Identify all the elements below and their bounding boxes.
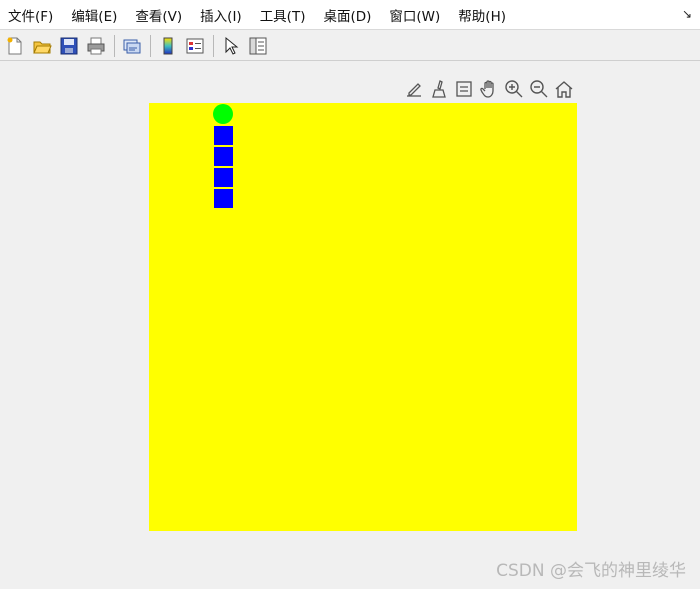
plot-area[interactable] xyxy=(149,103,577,531)
legend-icon[interactable] xyxy=(183,34,207,58)
edit-plot-icon[interactable] xyxy=(402,78,426,100)
dock-arrow-icon[interactable]: ↘ xyxy=(682,7,692,21)
zoom-in-icon[interactable] xyxy=(502,78,526,100)
link-plot-icon[interactable] xyxy=(120,34,144,58)
save-icon[interactable] xyxy=(57,34,81,58)
toolbar-separator xyxy=(213,34,214,57)
watermark: CSDN @会飞的神里绫华 xyxy=(496,561,686,581)
toolbar-separator xyxy=(114,34,115,57)
menu-edit[interactable]: 编辑(E) xyxy=(71,5,117,25)
figure-toolbar xyxy=(0,31,700,61)
snake-body-segment xyxy=(214,189,233,208)
menu-desktop[interactable]: 桌面(D) xyxy=(323,5,371,25)
menu-tools[interactable]: 工具(T) xyxy=(260,5,306,25)
menu-view[interactable]: 查看(V) xyxy=(135,5,182,25)
zoom-out-icon[interactable] xyxy=(527,78,551,100)
colorbar-icon[interactable] xyxy=(156,34,180,58)
snake-head xyxy=(213,104,233,124)
menu-window[interactable]: 窗口(W) xyxy=(389,5,440,25)
axes-toolbar xyxy=(402,78,577,100)
snake-body-segment xyxy=(214,126,233,145)
data-tip-icon[interactable] xyxy=(452,78,476,100)
print-icon[interactable] xyxy=(84,34,108,58)
home-icon[interactable] xyxy=(552,78,576,100)
menu-file[interactable]: 文件(F) xyxy=(8,5,53,25)
property-inspector-icon[interactable] xyxy=(246,34,270,58)
pan-hand-icon[interactable] xyxy=(477,78,501,100)
new-figure-icon[interactable] xyxy=(3,34,27,58)
snake-body-segment xyxy=(214,168,233,187)
menu-help[interactable]: 帮助(H) xyxy=(458,5,506,25)
open-file-icon[interactable] xyxy=(30,34,54,58)
snake-body-segment xyxy=(214,147,233,166)
pointer-icon[interactable] xyxy=(219,34,243,58)
brush-icon[interactable] xyxy=(427,78,451,100)
menu-insert[interactable]: 插入(I) xyxy=(200,5,242,25)
menu-bar: 文件(F) 编辑(E) 查看(V) 插入(I) 工具(T) 桌面(D) 窗口(W… xyxy=(0,0,700,30)
toolbar-separator xyxy=(150,34,151,57)
